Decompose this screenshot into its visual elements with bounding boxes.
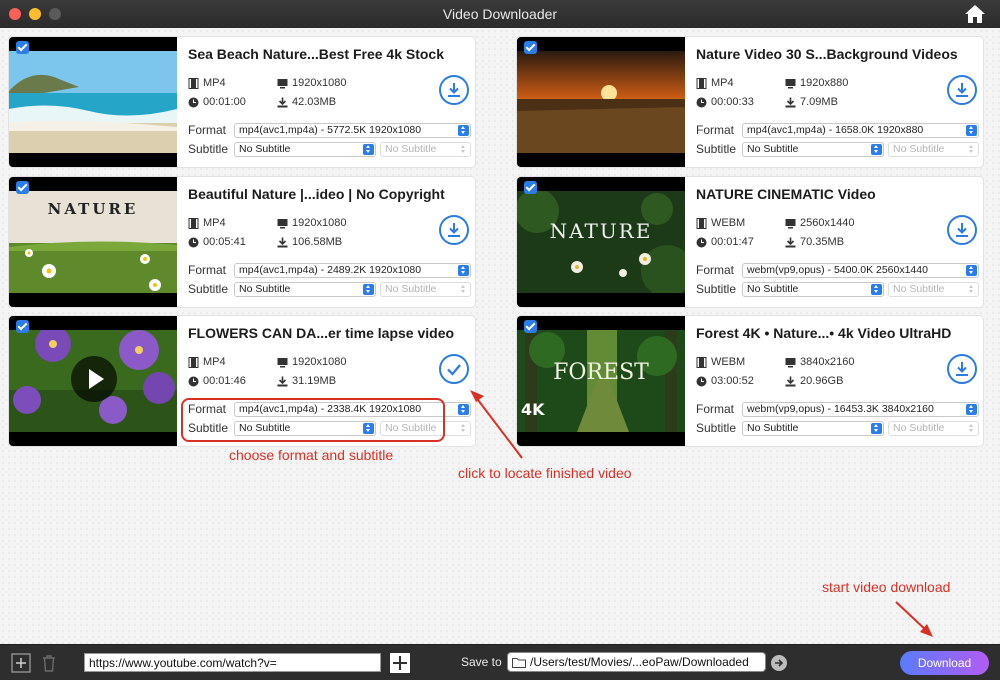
add-icon[interactable] — [11, 653, 31, 673]
select-checkbox[interactable] — [524, 41, 537, 54]
save-path-text: /Users/test/Movies/...eoPaw/Downloaded — [530, 655, 749, 669]
select-checkbox[interactable] — [524, 181, 537, 194]
select-checkbox[interactable] — [524, 320, 537, 333]
save-to-label: Save to — [461, 655, 502, 669]
save-path-field[interactable]: /Users/test/Movies/...eoPaw/Downloaded — [507, 652, 766, 672]
annotation-arrows — [470, 390, 933, 637]
download-button[interactable]: Download — [900, 651, 989, 675]
trash-icon[interactable] — [39, 653, 59, 673]
add-url-button[interactable] — [390, 653, 410, 673]
bottom-toolbar: Save to /Users/test/Movies/...eoPaw/Down… — [0, 644, 1000, 680]
folder-icon — [512, 658, 526, 668]
url-input[interactable] — [84, 653, 381, 672]
arrow-right-icon[interactable] — [771, 655, 787, 671]
select-checkbox[interactable] — [16, 181, 29, 194]
select-checkbox[interactable] — [16, 320, 29, 333]
select-checkbox[interactable] — [16, 41, 29, 54]
